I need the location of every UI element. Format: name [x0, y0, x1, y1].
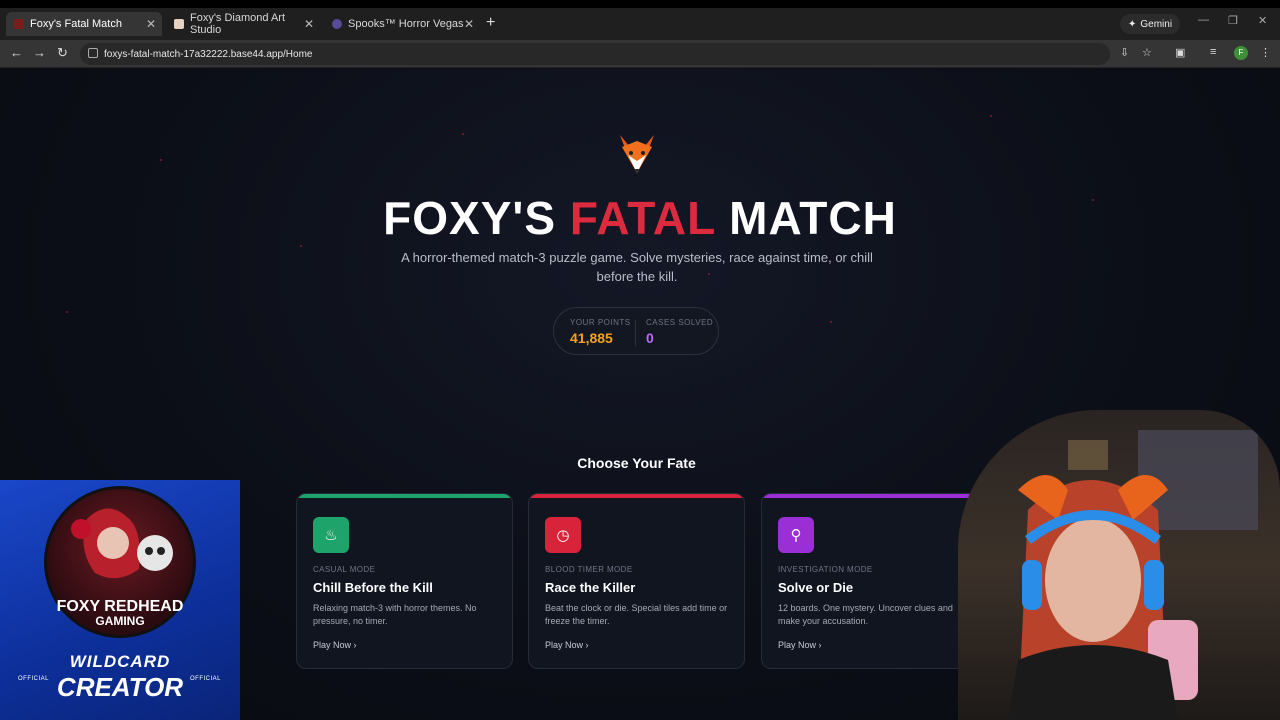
profile-avatar[interactable]: F	[1234, 46, 1248, 60]
card-accent-bar	[762, 494, 977, 498]
close-icon[interactable]: ✕	[304, 17, 314, 31]
cases-label: CASES SOLVED	[646, 318, 714, 327]
tab-favicon-icon	[174, 19, 184, 29]
play-now-link[interactable]: Play Now ›	[313, 640, 357, 650]
wildcard-text: WILDCARD	[69, 652, 171, 671]
streamer-video-icon	[1008, 430, 1258, 720]
close-icon[interactable]: ✕	[146, 17, 156, 31]
address-bar[interactable]: foxys-fatal-match-17a32222.base44.app/Ho…	[80, 43, 1110, 65]
card-title: Chill Before the Kill	[313, 580, 433, 595]
card-mode-label: BLOOD TIMER MODE	[545, 565, 633, 574]
chevron-right-icon: ›	[818, 640, 822, 650]
card-accent-bar	[529, 494, 744, 498]
tab-spooks-horror-vegas[interactable]: Spooks™ Horror Vegas ✕	[324, 12, 480, 36]
card-title: Race the Killer	[545, 580, 636, 595]
ember-particle	[66, 311, 68, 313]
card-accent-bar	[297, 494, 512, 498]
play-now-label: Play Now	[545, 640, 584, 650]
browser-nav-bar: ← → ↻ foxys-fatal-match-17a32222.base44.…	[0, 40, 1280, 68]
points-stat: YOUR POINTS 41,885	[570, 318, 631, 346]
url-text: foxys-fatal-match-17a32222.base44.app/Ho…	[104, 48, 313, 60]
sparkle-icon: ✦	[1128, 18, 1137, 30]
official-left: OFFICIAL	[18, 676, 50, 682]
fox-logo-icon	[620, 135, 654, 173]
title-word: FOXY'S	[383, 192, 557, 244]
webcam-overlay	[958, 410, 1280, 720]
page-subtitle: A horror-themed match-3 puzzle game. Sol…	[401, 250, 873, 284]
play-now-label: Play Now	[313, 640, 352, 650]
flame-icon: ♨	[313, 517, 349, 553]
card-title: Solve or Die	[778, 580, 854, 595]
chevron-right-icon: ›	[585, 640, 589, 650]
title-word: MATCH	[729, 192, 897, 244]
tab-favicon-icon	[14, 19, 24, 29]
clock-icon: ◷	[545, 517, 581, 553]
chevron-right-icon: ›	[353, 640, 357, 650]
streamer-logo-overlay: FOXY REDHEAD GAMING WILDCARD CREATOR OFF…	[0, 480, 240, 720]
card-mode-label: INVESTIGATION MODE	[778, 565, 873, 574]
new-tab-icon[interactable]: +	[486, 14, 495, 32]
ember-particle	[300, 245, 302, 247]
ember-particle	[990, 115, 992, 117]
site-info-icon[interactable]	[88, 48, 98, 58]
tab-label: Foxy's Diamond Art Studio	[190, 12, 286, 36]
title-word-accent: FATAL	[569, 192, 716, 244]
forward-arrow-icon[interactable]: →	[33, 45, 46, 60]
search-icon: ⚲	[778, 517, 814, 553]
bookmark-star-icon[interactable]: ☆	[1142, 46, 1152, 59]
points-value: 41,885	[570, 330, 613, 346]
play-now-link[interactable]: Play Now ›	[545, 640, 589, 650]
official-right: OFFICIAL	[190, 676, 222, 682]
tab-foxys-fatal-match[interactable]: Foxy's Fatal Match ✕	[6, 12, 162, 36]
reload-icon[interactable]: ↻	[57, 45, 68, 61]
install-app-icon[interactable]: ⇩	[1120, 46, 1129, 59]
gemini-label: Gemini	[1140, 18, 1173, 30]
maximize-icon[interactable]: ❐	[1228, 14, 1238, 27]
menu-dots-icon[interactable]: ⋮	[1260, 46, 1271, 59]
card-description: 12 boards. One mystery. Uncover clues an…	[778, 603, 953, 626]
cases-stat: CASES SOLVED 0	[646, 318, 713, 346]
badge-line-2: GAMING	[95, 614, 145, 628]
ember-particle	[462, 133, 464, 135]
cases-value: 0	[646, 330, 654, 346]
play-now-label: Play Now	[778, 640, 817, 650]
reading-list-icon[interactable]: ≡	[1210, 46, 1216, 58]
card-casual-mode[interactable]: ♨ CASUAL MODE Chill Before the Kill Rela…	[296, 493, 513, 669]
back-arrow-icon[interactable]: ←	[10, 45, 23, 60]
window-close-icon[interactable]: ✕	[1258, 14, 1267, 27]
card-investigation-mode[interactable]: ⚲ INVESTIGATION MODE Solve or Die 12 boa…	[761, 493, 978, 669]
card-description: Beat the clock or die. Special tiles add…	[545, 603, 728, 626]
card-mode-label: CASUAL MODE	[313, 565, 376, 574]
page-title: FOXY'S FATAL MATCH	[0, 191, 1280, 245]
card-blood-timer-mode[interactable]: ◷ BLOOD TIMER MODE Race the Killer Beat …	[528, 493, 745, 669]
minimize-icon[interactable]: —	[1198, 14, 1209, 26]
stats-pill: YOUR POINTS 41,885 CASES SOLVED 0	[553, 307, 719, 355]
tab-label: Spooks™ Horror Vegas	[348, 18, 464, 30]
play-now-link[interactable]: Play Now ›	[778, 640, 822, 650]
stats-divider	[635, 320, 636, 346]
card-description: Relaxing match-3 with horror themes. No …	[313, 603, 477, 626]
close-icon[interactable]: ✕	[464, 17, 474, 31]
tab-diamond-art-studio[interactable]: Foxy's Diamond Art Studio ✕	[166, 12, 320, 36]
ember-particle	[830, 321, 832, 323]
browser-tab-bar: Foxy's Fatal Match ✕ Foxy's Diamond Art …	[0, 0, 1280, 40]
points-label: YOUR POINTS	[570, 318, 631, 327]
gemini-button[interactable]: ✦ Gemini	[1120, 14, 1181, 34]
tab-favicon-icon	[332, 19, 342, 29]
side-panel-icon[interactable]: ▣	[1175, 46, 1185, 59]
ember-particle	[160, 159, 162, 161]
tab-label: Foxy's Fatal Match	[30, 18, 122, 30]
